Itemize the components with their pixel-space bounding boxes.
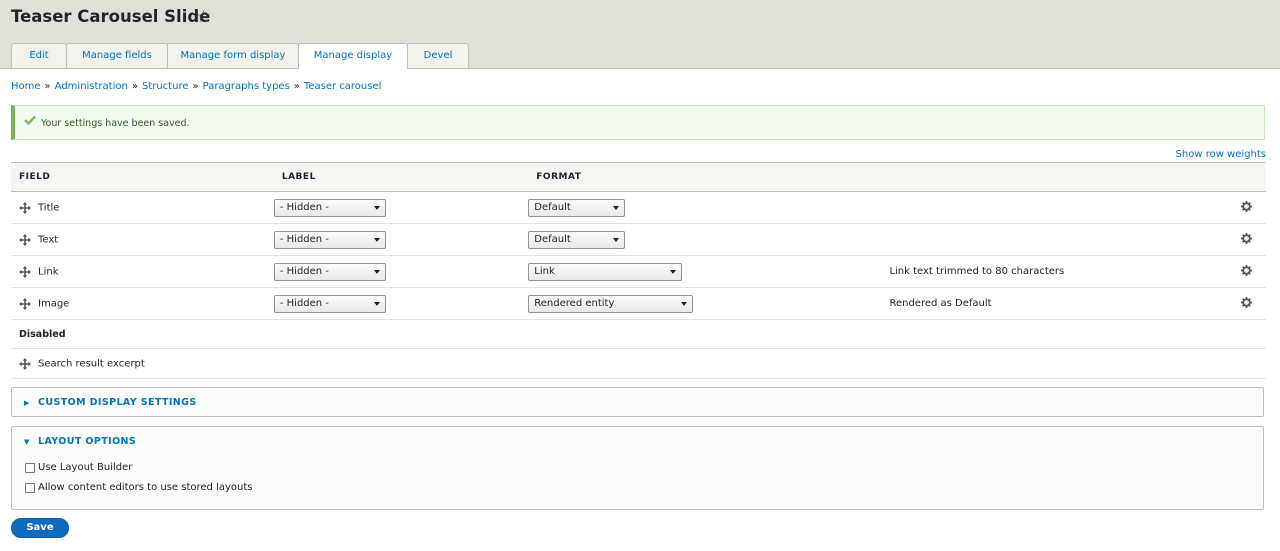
drag-handle-icon[interactable] [19,357,31,370]
use-layout-builder-option[interactable]: Use Layout Builder [25,462,132,474]
allow-stored-layouts-option[interactable]: Allow content editors to use stored layo… [25,482,252,494]
breadcrumb-paragraphs-types[interactable]: Paragraphs types [203,81,290,92]
drag-handle-icon[interactable] [19,201,31,214]
drag-handle-icon[interactable] [19,233,31,246]
status-text: Your settings have been saved. [41,118,190,129]
chevron-down-icon [613,237,620,242]
format-summary [885,223,1241,256]
format-summary: Link text trimmed to 80 characters [885,255,1241,288]
show-row-weights-link[interactable]: Show row weights [1176,149,1266,160]
label-select[interactable]: - Hidden - [273,262,386,281]
chevron-down-icon [373,205,380,210]
breadcrumb-structure[interactable]: Structure [142,81,189,92]
chevron-down-icon [373,269,380,274]
region-row-disabled: Disabled [11,319,1266,349]
gear-icon[interactable] [1241,200,1252,212]
primary-tabs: Edit Manage fields Manage form display M… [11,43,469,69]
status-message: Your settings have been saved. [11,105,1265,140]
format-summary: Rendered as Default [885,287,1241,320]
table-row: Search result excerpt [11,348,1266,379]
gear-icon[interactable] [1241,296,1252,308]
table-row: Link - Hidden - Link Link text trimmed t… [11,255,1266,288]
table-row: Text - Hidden - Default [11,223,1266,256]
breadcrumb-separator: » [192,81,199,92]
table-row: Title - Hidden - Default [11,191,1266,224]
layout-options: ▼ LAYOUT OPTIONS Use Layout Builder Allow… [11,426,1264,510]
format-select[interactable]: Rendered entity [528,294,694,313]
field-display-table: FIELD LABEL FORMAT Title - Hidden - Defa… [11,162,1266,379]
page-title: Teaser Carousel Slide [11,7,211,26]
field-name: Search result excerpt [38,358,145,369]
layout-options-toggle[interactable]: ▼ LAYOUT OPTIONS [24,436,136,447]
chevron-down-icon [670,269,677,274]
breadcrumb: Home» Administration» Structure» Paragraphs… [11,81,381,92]
chevron-down-icon [613,205,620,210]
triangle-right-icon: ▶ [24,399,30,407]
field-name: Link [38,266,59,277]
chevron-down-icon [373,237,380,242]
tab-manage-display[interactable]: Manage display [298,43,408,69]
custom-display-settings: ▶ CUSTOM DISPLAY SETTINGS [11,387,1264,417]
header-label: LABEL [273,162,529,192]
chevron-down-icon [681,301,688,306]
allow-stored-layouts-checkbox[interactable] [25,482,35,493]
field-name: Image [38,298,70,309]
use-layout-builder-checkbox[interactable] [25,462,35,473]
gear-icon[interactable] [1241,264,1252,276]
header-field: FIELD [11,162,274,192]
save-button[interactable]: Save [11,518,69,538]
page-header: Teaser Carousel Slide ☆ Edit Manage fiel… [0,0,1280,69]
breadcrumb-separator: » [293,81,300,92]
tab-devel[interactable]: Devel [407,43,469,68]
format-select[interactable]: Default [528,230,626,249]
custom-display-settings-toggle[interactable]: ▶ CUSTOM DISPLAY SETTINGS [24,397,197,408]
format-select[interactable]: Default [528,198,626,217]
triangle-down-icon: ▼ [24,438,30,446]
tab-manage-fields[interactable]: Manage fields [66,43,168,68]
label-select[interactable]: - Hidden - [273,198,386,217]
header-format: FORMAT [528,162,886,192]
field-name: Text [38,234,59,245]
field-name: Title [38,202,60,213]
tab-manage-form-display[interactable]: Manage form display [167,43,299,68]
label-select[interactable]: - Hidden - [273,230,386,249]
region-title: Disabled [11,319,1266,349]
breadcrumb-home[interactable]: Home [11,81,41,92]
tab-edit[interactable]: Edit [11,43,67,68]
breadcrumb-separator: » [44,81,51,92]
format-summary [885,191,1241,224]
breadcrumb-administration[interactable]: Administration [55,81,128,92]
gear-icon[interactable] [1241,232,1252,244]
chevron-down-icon [373,301,380,306]
breadcrumb-separator: » [131,81,138,92]
drag-handle-icon[interactable] [19,297,31,310]
label-select[interactable]: - Hidden - [273,294,386,313]
star-icon[interactable]: ☆ [196,7,211,27]
breadcrumb-teaser-carousel[interactable]: Teaser carousel [304,81,381,92]
format-select[interactable]: Link [528,262,683,281]
table-row: Image - Hidden - Rendered entity Rendere… [11,287,1266,320]
check-icon [24,115,36,125]
drag-handle-icon[interactable] [19,265,31,278]
